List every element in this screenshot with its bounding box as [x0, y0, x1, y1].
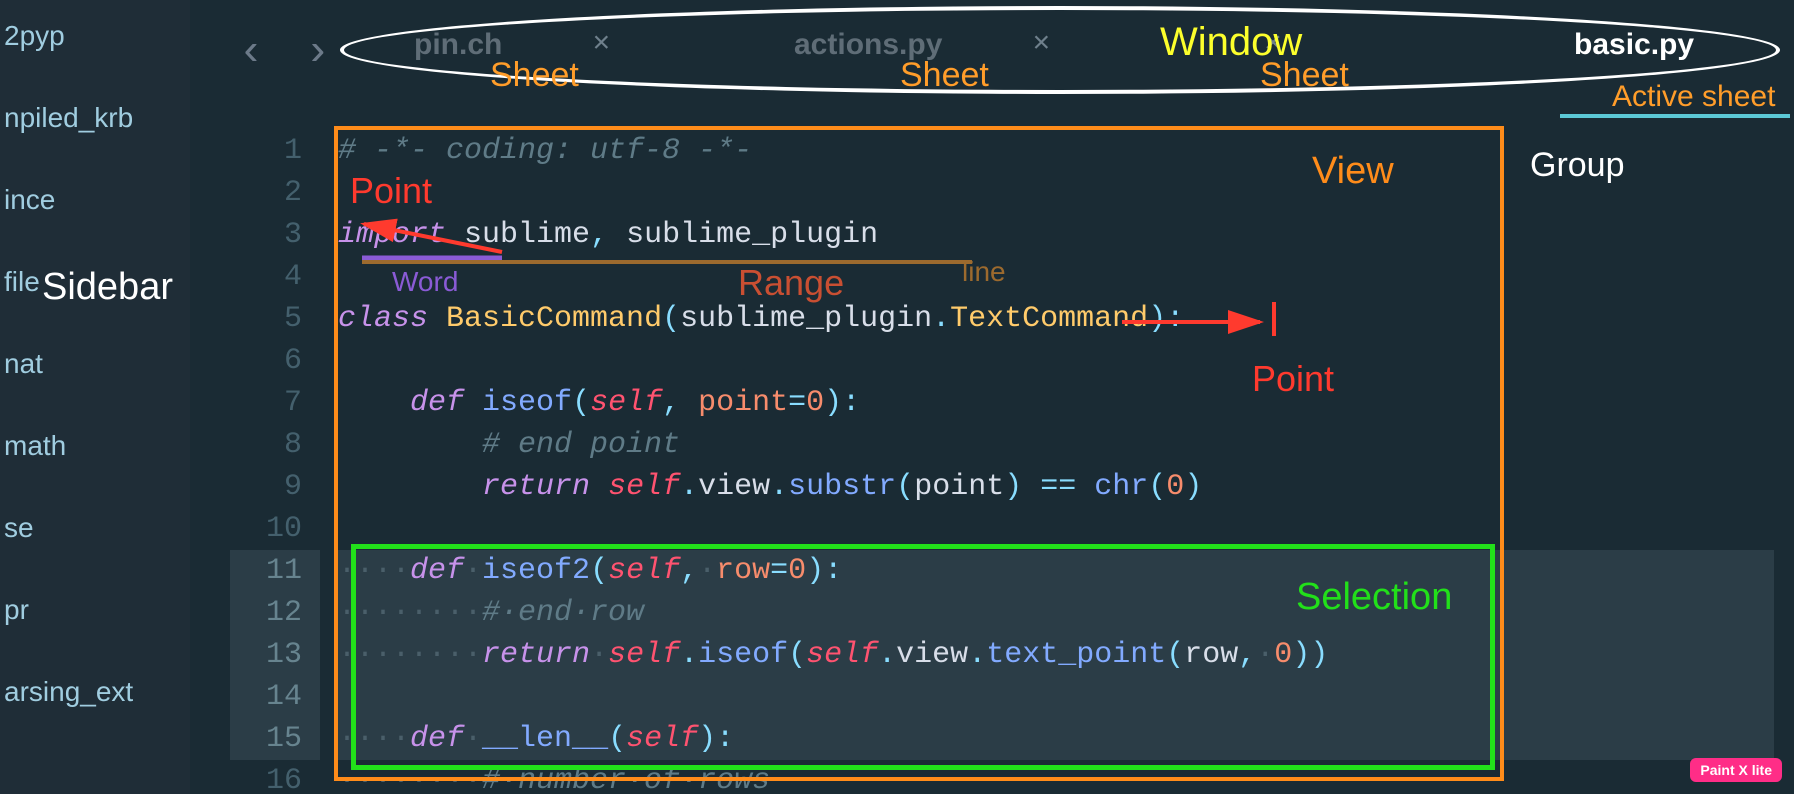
- tab-nav-prev-icon[interactable]: ‹: [238, 28, 264, 78]
- gutter-line-number: 8: [230, 424, 320, 466]
- range-annotation-label: Range: [738, 262, 844, 304]
- gutter-line-number: 13: [230, 634, 320, 676]
- paintx-watermark: Paint X lite: [1690, 758, 1782, 782]
- gutter-line-number: 15: [230, 718, 320, 760]
- tab-nav-arrows: ‹ ›: [238, 28, 331, 78]
- sheet-annotation-label-2: Sheet: [900, 56, 989, 95]
- gutter-line-number: 6: [230, 340, 320, 382]
- sidebar-item[interactable]: nat: [0, 340, 190, 388]
- gutter-line-number: 9: [230, 466, 320, 508]
- line-underline: [362, 258, 972, 268]
- gutter-line-number: 11: [230, 550, 320, 592]
- sidebar-annotation-label: Sidebar: [42, 266, 173, 309]
- selection-annotation-label: Selection: [1296, 576, 1452, 619]
- sidebar-item[interactable]: se: [0, 504, 190, 552]
- gutter-line-number: 3: [230, 214, 320, 256]
- point-annotation-label-2: Point: [1252, 358, 1334, 400]
- word-annotation-label: Word: [392, 266, 458, 298]
- gutter: 12345678910111213141516: [230, 130, 320, 794]
- tab-nav-next-icon[interactable]: ›: [304, 28, 330, 78]
- active-sheet-annotation-label: Active sheet: [1612, 80, 1775, 114]
- sidebar-item[interactable]: pr: [0, 586, 190, 634]
- point-annotation-label-1: Point: [350, 170, 432, 212]
- gutter-line-number: 16: [230, 760, 320, 794]
- gutter-line-number: 4: [230, 256, 320, 298]
- sidebar-item[interactable]: math: [0, 422, 190, 470]
- sheet-annotation-label-1: Sheet: [490, 56, 579, 95]
- sidebar-item[interactable]: ince: [0, 176, 190, 224]
- sidebar-item[interactable]: arsing_ext: [0, 668, 190, 716]
- gutter-line-number: 5: [230, 298, 320, 340]
- active-tab-underline: [1560, 114, 1790, 118]
- gutter-line-number: 14: [230, 676, 320, 718]
- gutter-line-number: 12: [230, 592, 320, 634]
- sheet-annotation-label-3: Sheet: [1260, 56, 1349, 95]
- sidebar-item[interactable]: 2pyp: [0, 12, 190, 60]
- gutter-line-number: 10: [230, 508, 320, 550]
- point-arrow-2: [1112, 300, 1272, 360]
- view-annotation-label: View: [1312, 150, 1394, 193]
- gutter-line-number: 7: [230, 382, 320, 424]
- sidebar-item[interactable]: npiled_krb: [0, 94, 190, 142]
- gutter-line-number: 2: [230, 172, 320, 214]
- sidebar[interactable]: 2pypnpiled_krbincefilenatmathseprarsing_…: [0, 0, 190, 794]
- text-cursor: [1272, 302, 1276, 336]
- gutter-line-number: 1: [230, 130, 320, 172]
